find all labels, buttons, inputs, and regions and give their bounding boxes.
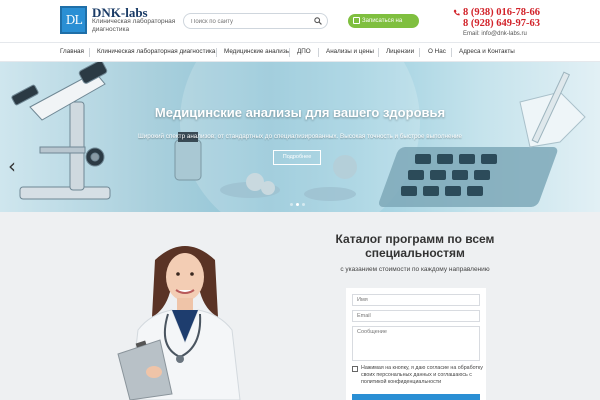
submit-button[interactable] <box>352 394 480 400</box>
search-input[interactable] <box>191 16 306 27</box>
carousel-dot[interactable] <box>302 203 305 206</box>
signup-button-label: Записаться на прием <box>362 18 403 38</box>
email-link[interactable]: Email: info@dnk-labs.ru <box>463 31 527 37</box>
calendar-icon <box>353 17 360 24</box>
nav-item-about[interactable]: О Нас <box>428 48 446 55</box>
nav-divider <box>289 48 290 57</box>
signup-button[interactable]: Записаться на прием <box>348 14 419 38</box>
hero-title: Медицинские анализы для вашего здоровья <box>154 105 446 120</box>
search-icon[interactable] <box>314 17 322 25</box>
catalog-title: Каталог программ по всем специальностям <box>335 232 495 260</box>
catalog-section: Каталог программ по всем специальностям … <box>0 212 600 400</box>
hero-subtitle: Широкий спектр анализов: от стандартных … <box>137 133 463 140</box>
hero-more-button[interactable]: Подробнее <box>273 150 321 165</box>
carousel-prev-icon[interactable]: ‹ <box>8 154 16 178</box>
nav-divider <box>318 48 319 57</box>
message-field[interactable] <box>352 326 480 361</box>
search-box <box>183 13 328 29</box>
nav-divider <box>216 48 217 57</box>
nav-item-contacts[interactable]: Адреса и Контакты <box>459 48 515 55</box>
logo-icon[interactable]: DL <box>60 6 87 34</box>
brand-tagline: Клиническая лабораторная диагностика <box>92 18 176 33</box>
nav-item-dpo[interactable]: ДПО <box>297 48 311 55</box>
nav-divider <box>419 48 420 57</box>
nav-item-clinical-diagnostics[interactable]: Клиническая лабораторная диагностика <box>97 48 215 55</box>
nav-divider <box>378 48 379 57</box>
name-field[interactable] <box>352 294 480 306</box>
microscope-illustration <box>11 62 111 200</box>
main-nav: Главная Клиническая лабораторная диагнос… <box>0 42 600 62</box>
nav-item-medical-tests[interactable]: Медицинские анализы <box>224 48 290 55</box>
consent-checkbox[interactable] <box>352 366 358 372</box>
nav-item-tests-prices[interactable]: Анализы и цены <box>326 48 374 55</box>
phone-number-1[interactable]: 8 (938) 016-78-66 <box>463 7 540 18</box>
carousel-dot-active[interactable] <box>296 203 299 206</box>
site-header: DL DNK-labs Клиническая лабораторная диа… <box>0 0 600 42</box>
nav-divider <box>451 48 452 57</box>
consent-text: Нажимая на кнопку, я даю согласие на обр… <box>361 365 483 385</box>
request-form: Нажимая на кнопку, я даю согласие на обр… <box>346 288 486 400</box>
doctor-photo <box>117 246 241 400</box>
nav-item-licenses[interactable]: Лицензии <box>386 48 414 55</box>
carousel-dot[interactable] <box>290 203 293 206</box>
catalog-subtitle: с указанием стоимости по каждому направл… <box>340 266 490 273</box>
phone-number-2[interactable]: 8 (928) 649-97-63 <box>463 18 540 29</box>
nav-item-home[interactable]: Главная <box>60 48 84 55</box>
email-field[interactable] <box>352 310 480 322</box>
phone-icon <box>453 9 460 16</box>
hero-banner: ‹ Медицинские анализы для вашего здоровь… <box>0 62 600 212</box>
nav-divider <box>89 48 90 57</box>
